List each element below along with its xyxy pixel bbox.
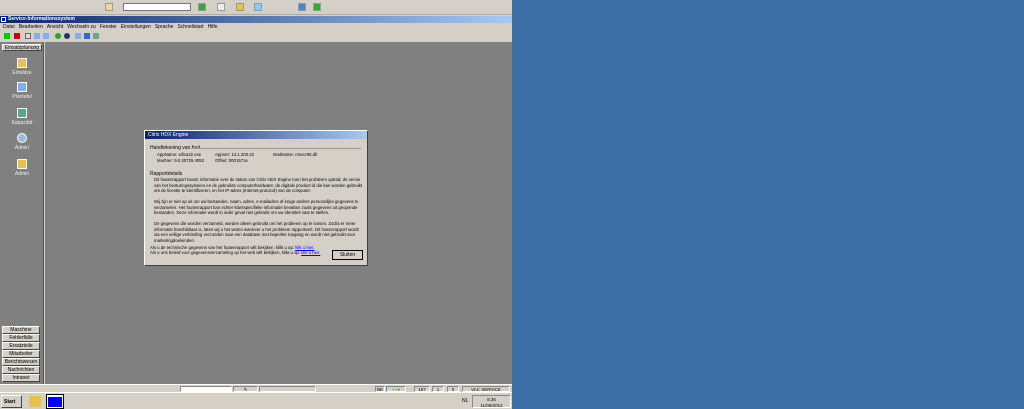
policy-line: Als u ons beleid voor gegevensverzamelin…	[150, 250, 360, 256]
policy-link[interactable]: klik u hier.	[301, 250, 320, 255]
green-button-icon[interactable]	[4, 33, 10, 39]
app-thumbnail-icon	[48, 397, 62, 407]
sidebar-button-berichtswesen[interactable]: Berichtswesen	[2, 358, 40, 366]
magnifier-icon	[17, 133, 27, 143]
help-icon[interactable]	[64, 33, 70, 39]
clock: 8:36 11/06/2012	[472, 395, 511, 408]
explorer-icon[interactable]	[29, 396, 41, 407]
sidebar-button-maschine[interactable]: Maschine	[2, 326, 40, 334]
menu-einstellungen[interactable]: Einstellungen	[121, 23, 151, 31]
search-icon[interactable]	[105, 3, 113, 11]
divider	[191, 148, 361, 149]
mail-icon[interactable]	[313, 3, 321, 11]
mod-name: ModName: msvcr90.dll	[273, 152, 317, 157]
close-button[interactable]: Sluiten	[332, 250, 363, 260]
menu-sprache[interactable]: Sprache	[155, 23, 174, 31]
red-button-icon[interactable]	[14, 33, 20, 39]
sidebar-item-label: Plantafel	[12, 94, 32, 100]
globe-icon[interactable]	[55, 33, 61, 39]
sidebar-item-label: Admin	[14, 171, 30, 177]
sidebar: Einsatzplanung Einsätze Plantafel Kapazi…	[0, 42, 44, 384]
clock-date: 11/06/2012	[480, 402, 503, 408]
sidebar-item-label: Einsätze	[12, 70, 32, 76]
menu-schnellstart[interactable]: Schnellstart	[177, 23, 203, 31]
window-title-bar: Service-Informationssystem	[0, 16, 512, 23]
board-icon	[17, 82, 27, 92]
menu-hilfe[interactable]: Hilfe	[208, 23, 218, 31]
sidebar-item-plantafel[interactable]: Plantafel	[0, 82, 44, 100]
menu-ansicht[interactable]: Ansicht	[47, 23, 63, 31]
details-paragraph-2: Wij zijn er niet op uit om uw bestanden,…	[154, 199, 359, 215]
sidebar-item-einsaetze[interactable]: Einsätze	[0, 58, 44, 76]
offset: Offset: 0001571e	[215, 158, 248, 163]
menu-bar: Datei Bearbeiten Ansicht Wechseln zu Fen…	[0, 23, 512, 31]
menu-datei[interactable]: Datei	[3, 23, 15, 31]
start-button[interactable]: Start	[1, 395, 22, 408]
sidebar-button-ersatzteile[interactable]: Ersatzteile	[2, 342, 40, 350]
refresh-icon[interactable]	[254, 3, 262, 11]
folder-icon	[17, 58, 27, 68]
language-indicator[interactable]: NL	[462, 398, 468, 404]
upload-icon[interactable]	[298, 3, 306, 11]
capacity-icon	[17, 108, 27, 118]
menu-wechseln[interactable]: Wechseln zu	[67, 23, 96, 31]
sidebar-item-admin-2[interactable]: Admin	[0, 159, 44, 177]
app-task-button[interactable]	[46, 394, 64, 409]
sidebar-button-fehlerfaelle[interactable]: Fehlerfälle	[2, 334, 40, 342]
app-toolbar	[0, 32, 512, 41]
details-paragraph-3: De gegevens die worden verzameld, worden…	[154, 221, 359, 243]
card-icon[interactable]	[217, 3, 225, 11]
window-title: Service-Informationssystem	[8, 16, 75, 22]
sidebar-button-nachrichten[interactable]: Nachrichten	[2, 366, 40, 374]
policy-text: Als u ons beleid voor gegevensverzamelin…	[150, 250, 300, 255]
window-icon[interactable]	[75, 33, 81, 39]
sidebar-button-intranet[interactable]: Intranet	[2, 374, 40, 382]
search-input[interactable]	[123, 3, 191, 11]
forward-icon[interactable]	[34, 33, 40, 39]
dialog-title: Citrix HDX Engine	[145, 131, 367, 139]
status-bar: ✎ BE ○○● 157 1 0 VAC SERVICE	[0, 384, 512, 392]
window2-icon[interactable]	[84, 33, 90, 39]
home-icon[interactable]	[25, 33, 31, 39]
sidebar-item-kapazitaet[interactable]: Kapazität	[0, 108, 44, 126]
sidebar-item-label: Kapazität	[11, 120, 33, 126]
menu-bearbeiten[interactable]: Bearbeiten	[19, 23, 43, 31]
sidebar-header-einsatzplanung[interactable]: Einsatzplanung	[2, 44, 42, 51]
notes-icon[interactable]	[236, 3, 244, 11]
back-icon[interactable]	[43, 33, 49, 39]
menu-fenster[interactable]: Fenster	[100, 23, 117, 31]
sidebar-item-admin[interactable]: Admin	[0, 133, 44, 151]
error-dialog: Citrix HDX Engine Handtekening van fout …	[144, 130, 368, 266]
folder-icon	[17, 159, 27, 169]
export-icon[interactable]	[93, 33, 99, 39]
application: Service-Informationssystem Datei Bearbei…	[0, 0, 512, 409]
sidebar-item-label: Admin	[14, 145, 30, 151]
details-paragraph-1: Dit foutenrapport bevat: informatie over…	[154, 177, 363, 193]
top-toolbar	[0, 0, 512, 15]
sidebar-button-mitarbeiter[interactable]: Mitarbeiter	[2, 350, 40, 358]
taskbar: Start NL 8:36 11/06/2012	[0, 392, 512, 409]
app-icon	[1, 17, 6, 22]
phone-icon[interactable]	[198, 3, 206, 11]
